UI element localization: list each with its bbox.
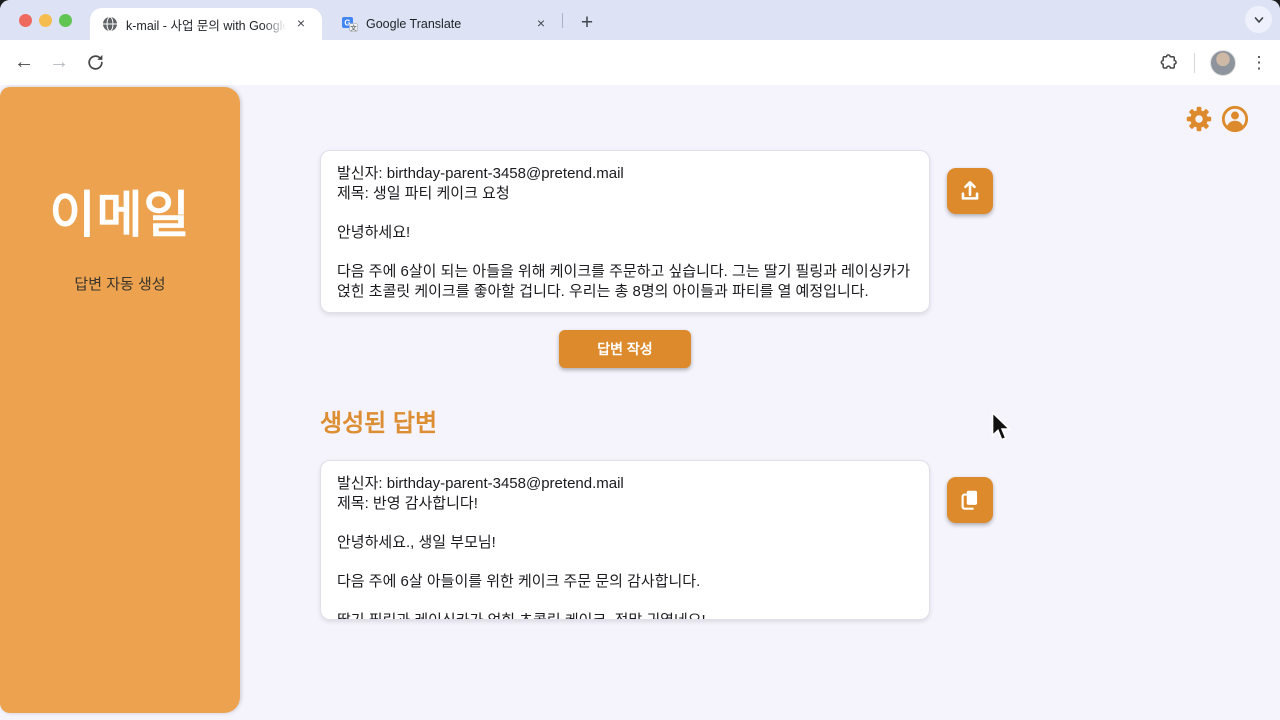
tab-divider <box>562 13 563 28</box>
email-body: 다음 주에 6살 아들이를 위한 케이크 주문 문의 감사합니다. <box>337 572 913 592</box>
reload-button[interactable] <box>78 40 112 85</box>
tab-close-icon[interactable]: × <box>292 15 310 33</box>
upload-email-button[interactable] <box>947 168 993 214</box>
app-subtitle: 답변 자동 생성 <box>0 273 240 294</box>
tab-kmail[interactable]: k-mail - 사업 문의 with Google × <box>90 8 322 40</box>
toolbar-divider <box>1192 40 1196 85</box>
email-from-line: 발신자: birthday-parent-3458@pretend.mail <box>337 164 913 184</box>
email-subject-line: 제목: 반영 감사합니다! <box>337 494 913 514</box>
profile-avatar[interactable] <box>1208 40 1238 85</box>
macos-close-button[interactable] <box>19 14 32 27</box>
chrome-menu-button[interactable]: ⋮ <box>1244 40 1274 85</box>
macos-minimize-button[interactable] <box>39 14 52 27</box>
page-content: 이메일 답변 자동 생성 <box>0 85 1280 720</box>
chevron-down-icon <box>1253 14 1265 26</box>
email-body-clipped: 딸기 필링과 레이싱카가 얹힌 초콜릿 케이크, 정말 귀엽네요! <box>337 611 913 620</box>
copy-reply-button[interactable] <box>947 477 993 523</box>
forward-button[interactable]: → <box>42 40 76 85</box>
app-title: 이메일 <box>0 175 240 247</box>
email-body: 다음 주에 6살이 되는 아들을 위해 케이크를 주문하고 싶습니다. 그는 딸… <box>337 262 913 301</box>
email-from-line: 발신자: birthday-parent-3458@pretend.mail <box>337 474 913 494</box>
back-button[interactable]: ← <box>7 40 41 85</box>
globe-favicon-icon <box>102 16 118 32</box>
settings-button[interactable] <box>1185 105 1213 133</box>
gear-icon <box>1185 105 1213 133</box>
mouse-cursor <box>990 411 1012 443</box>
tab-title: Google Translate <box>366 17 526 31</box>
puzzle-icon <box>1159 53 1179 73</box>
person-icon <box>1221 105 1249 133</box>
copy-icon <box>957 487 983 513</box>
compose-reply-button[interactable]: 답변 작성 <box>559 330 691 368</box>
email-greeting: 안녕하세요! <box>337 223 913 243</box>
profile-button[interactable] <box>1221 105 1249 133</box>
tab-strip: k-mail - 사업 문의 with Google × G 文 Google … <box>0 0 1280 40</box>
browser-window: k-mail - 사업 문의 with Google × G 文 Google … <box>0 0 1280 720</box>
upload-icon <box>957 178 983 204</box>
tab-google-translate[interactable]: G 文 Google Translate × <box>330 8 556 40</box>
browser-toolbar: ← → 127.0.0.1:5000 ☆ <box>0 40 1280 85</box>
translate-favicon-icon: G 文 <box>342 16 358 32</box>
incoming-email-card: 발신자: birthday-parent-3458@pretend.mail 제… <box>320 150 930 313</box>
tab-search-button[interactable] <box>1245 6 1272 33</box>
reply-email-card: 발신자: birthday-parent-3458@pretend.mail 제… <box>320 460 930 620</box>
macos-zoom-button[interactable] <box>59 14 72 27</box>
new-tab-button[interactable]: + <box>572 8 602 38</box>
email-subject-line: 제목: 생일 파티 케이크 요청 <box>337 184 913 204</box>
avatar-photo <box>1210 50 1236 76</box>
sidebar: 이메일 답변 자동 생성 <box>0 87 240 713</box>
svg-text:文: 文 <box>350 23 357 32</box>
tab-close-icon[interactable]: × <box>532 15 550 33</box>
tab-title: k-mail - 사업 문의 with Google <box>126 15 286 34</box>
extensions-button[interactable] <box>1154 40 1184 85</box>
reload-icon <box>86 53 105 72</box>
email-greeting: 안녕하세요., 생일 부모님! <box>337 533 913 553</box>
generated-reply-heading: 생성된 답변 <box>320 403 437 438</box>
